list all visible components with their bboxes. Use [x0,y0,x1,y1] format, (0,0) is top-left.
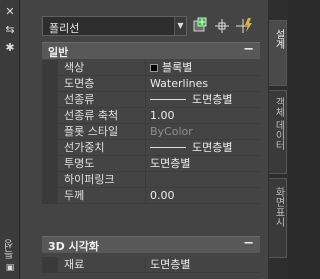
settings-icon[interactable]: ✱ [4,42,16,54]
tab-label: 설계 [273,29,284,49]
section-title: 3D 시각화 [48,240,99,253]
property-value[interactable]: 도면층별 [146,156,260,172]
color-swatch-icon [150,64,158,72]
property-label: 선종류 축척 [42,108,146,124]
tab-object-data[interactable]: 객체 데이터 [269,90,287,174]
property-row-material[interactable]: 재료 도면층별 [42,257,260,273]
property-value[interactable]: 도면층별 [146,257,260,273]
property-label: 플롯 스타일 [42,124,146,140]
toggle-pickadd-icon [193,17,207,32]
tab-display[interactable]: 화면표시 [269,178,287,258]
property-value[interactable] [146,172,260,188]
property-label: 색상 [42,60,146,76]
toggle-pickadd-button[interactable] [190,16,210,36]
property-label: 하이퍼링크 [42,172,146,188]
collapse-icon[interactable]: − [243,236,254,251]
property-row-hyperlink[interactable]: 하이퍼링크 [42,172,260,188]
property-row-layer[interactable]: 도면층 Waterlines [42,76,260,92]
property-row-transparency[interactable]: 투명도 도면층별 [42,156,260,172]
property-row-linetype-scale[interactable]: 선종류 축척 1.00 [42,108,260,124]
quick-select-icon [236,18,252,33]
property-label: 재료 [42,257,146,273]
section-general-header[interactable]: 일반 − [42,42,260,59]
palette-tabs: 설계 객체 데이터 화면표시 [268,0,288,279]
property-label: 두께 [42,188,146,204]
property-value[interactable]: 0.00 [146,188,260,204]
quick-select-button[interactable] [234,16,254,36]
visualization-properties: 재료 도면층별 [42,257,260,273]
tab-label: 화면표시 [273,187,284,227]
palette-title: 특성 [5,239,16,259]
property-row-plot-style[interactable]: 플롯 스타일 ByColor [42,124,260,140]
property-label: 도면층 [42,76,146,92]
lineweight-preview-icon [150,147,186,148]
property-value: 블록별 [162,61,193,74]
toolbar: 폴리선 ▼ [20,14,268,38]
properties-palette: 폴리선 ▼ 일반 − 색상 블록별 도면층 Waterlines 선종류 도면층… [20,0,268,279]
property-value: ByColor [150,125,193,138]
property-row-linetype[interactable]: 선종류 도면층별 [42,92,260,108]
property-value[interactable]: 1.00 [146,108,260,124]
object-type-select[interactable]: 폴리선 ▼ [42,16,187,36]
object-type-value: 폴리선 [49,22,80,35]
section-3d-visualization-header[interactable]: 3D 시각화 − [42,236,260,253]
property-value: 도면층별 [192,93,233,106]
property-label: 선가중치 [42,140,146,156]
palette-title-bar: ✕ ⇆ ✱ 특성 ▣ [0,0,20,279]
property-label: 선종류 [42,92,146,108]
tab-label: 객체 데이터 [273,97,284,151]
property-row-lineweight[interactable]: 선가중치 도면층별 [42,140,260,156]
property-row-thickness[interactable]: 두께 0.00 [42,188,260,204]
select-objects-icon [215,19,229,33]
autohide-icon[interactable]: ⇆ [4,24,16,36]
collapse-icon[interactable]: − [243,42,254,57]
property-label: 투명도 [42,156,146,172]
chevron-down-icon[interactable]: ▼ [174,17,186,35]
select-objects-button[interactable] [212,16,232,36]
property-row-color[interactable]: 색상 블록별 [42,60,260,76]
palette-menu-icon[interactable]: ▣ [4,262,16,274]
property-value[interactable]: Waterlines [146,76,260,92]
section-title: 일반 [48,46,69,59]
linetype-preview-icon [150,99,186,100]
close-icon[interactable]: ✕ [4,6,16,18]
property-value: 도면층별 [192,141,233,154]
tab-design[interactable]: 설계 [269,20,287,86]
general-properties: 색상 블록별 도면층 Waterlines 선종류 도면층별 선종류 축척 1.… [42,60,260,204]
